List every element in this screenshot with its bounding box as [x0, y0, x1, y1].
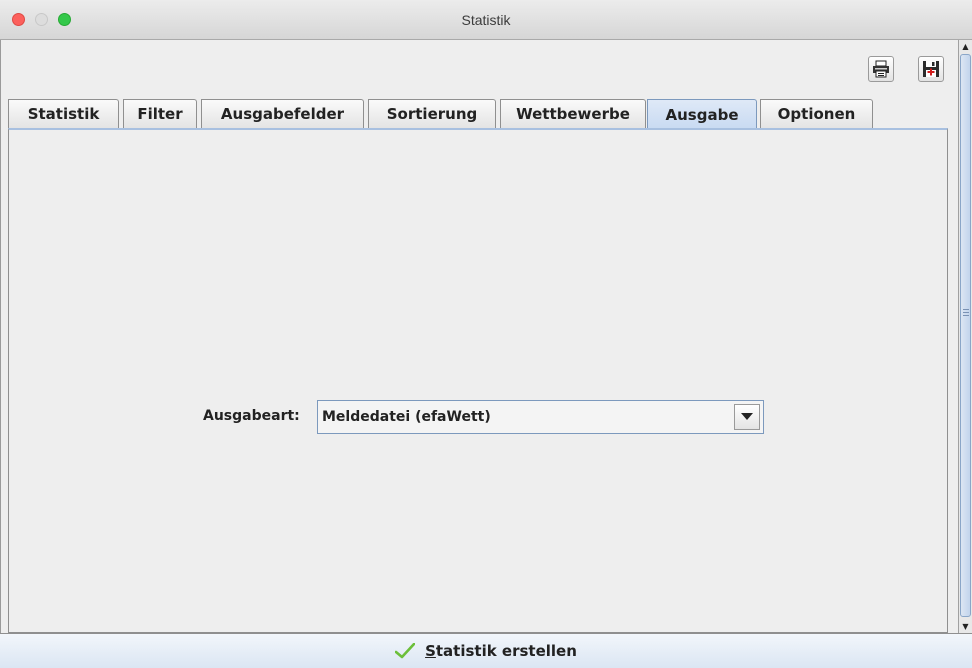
tab-ausgabe[interactable]: Ausgabe: [647, 99, 757, 129]
scrollbar-thumb[interactable]: [960, 54, 971, 617]
create-statistic-button[interactable]: Statistik erstellen: [0, 634, 972, 668]
triangle-down-icon: [741, 413, 753, 420]
ausgabeart-selected-value: Meldedatei (efaWett): [322, 409, 491, 425]
printer-icon: [873, 60, 889, 78]
save-disk-icon: [923, 61, 939, 77]
tab-optionen[interactable]: Optionen: [760, 99, 873, 128]
ausgabeart-select[interactable]: Meldedatei (efaWett): [317, 400, 764, 434]
checkmark-icon: [395, 643, 416, 659]
scroll-down-arrow-icon[interactable]: ▼: [959, 620, 972, 633]
tab-panel-ausgabe: [8, 128, 948, 633]
tab-statistik[interactable]: Statistik: [8, 99, 119, 128]
ausgabeart-label: Ausgabeart:: [203, 408, 300, 424]
tab-wettbewerbe[interactable]: Wettbewerbe: [500, 99, 646, 128]
tab-filter[interactable]: Filter: [123, 99, 197, 128]
dropdown-arrow-button[interactable]: [734, 404, 760, 430]
grip-line: [963, 315, 969, 316]
grip-line: [963, 312, 969, 313]
window-title: Statistik: [461, 12, 511, 28]
tab-sortierung[interactable]: Sortierung: [368, 99, 496, 128]
tab-ausgabefelder[interactable]: Ausgabefelder: [201, 99, 364, 128]
print-button[interactable]: [868, 56, 894, 82]
bottom-bar: Statistik erstellen: [0, 633, 972, 668]
scroll-up-arrow-icon[interactable]: ▲: [959, 40, 972, 53]
grip-line: [963, 309, 969, 310]
window-titlebar: Statistik: [0, 0, 972, 40]
save-button[interactable]: [918, 56, 944, 82]
vertical-scrollbar[interactable]: ▲ ▼: [958, 40, 972, 633]
create-statistic-label: Statistik erstellen: [425, 642, 577, 660]
